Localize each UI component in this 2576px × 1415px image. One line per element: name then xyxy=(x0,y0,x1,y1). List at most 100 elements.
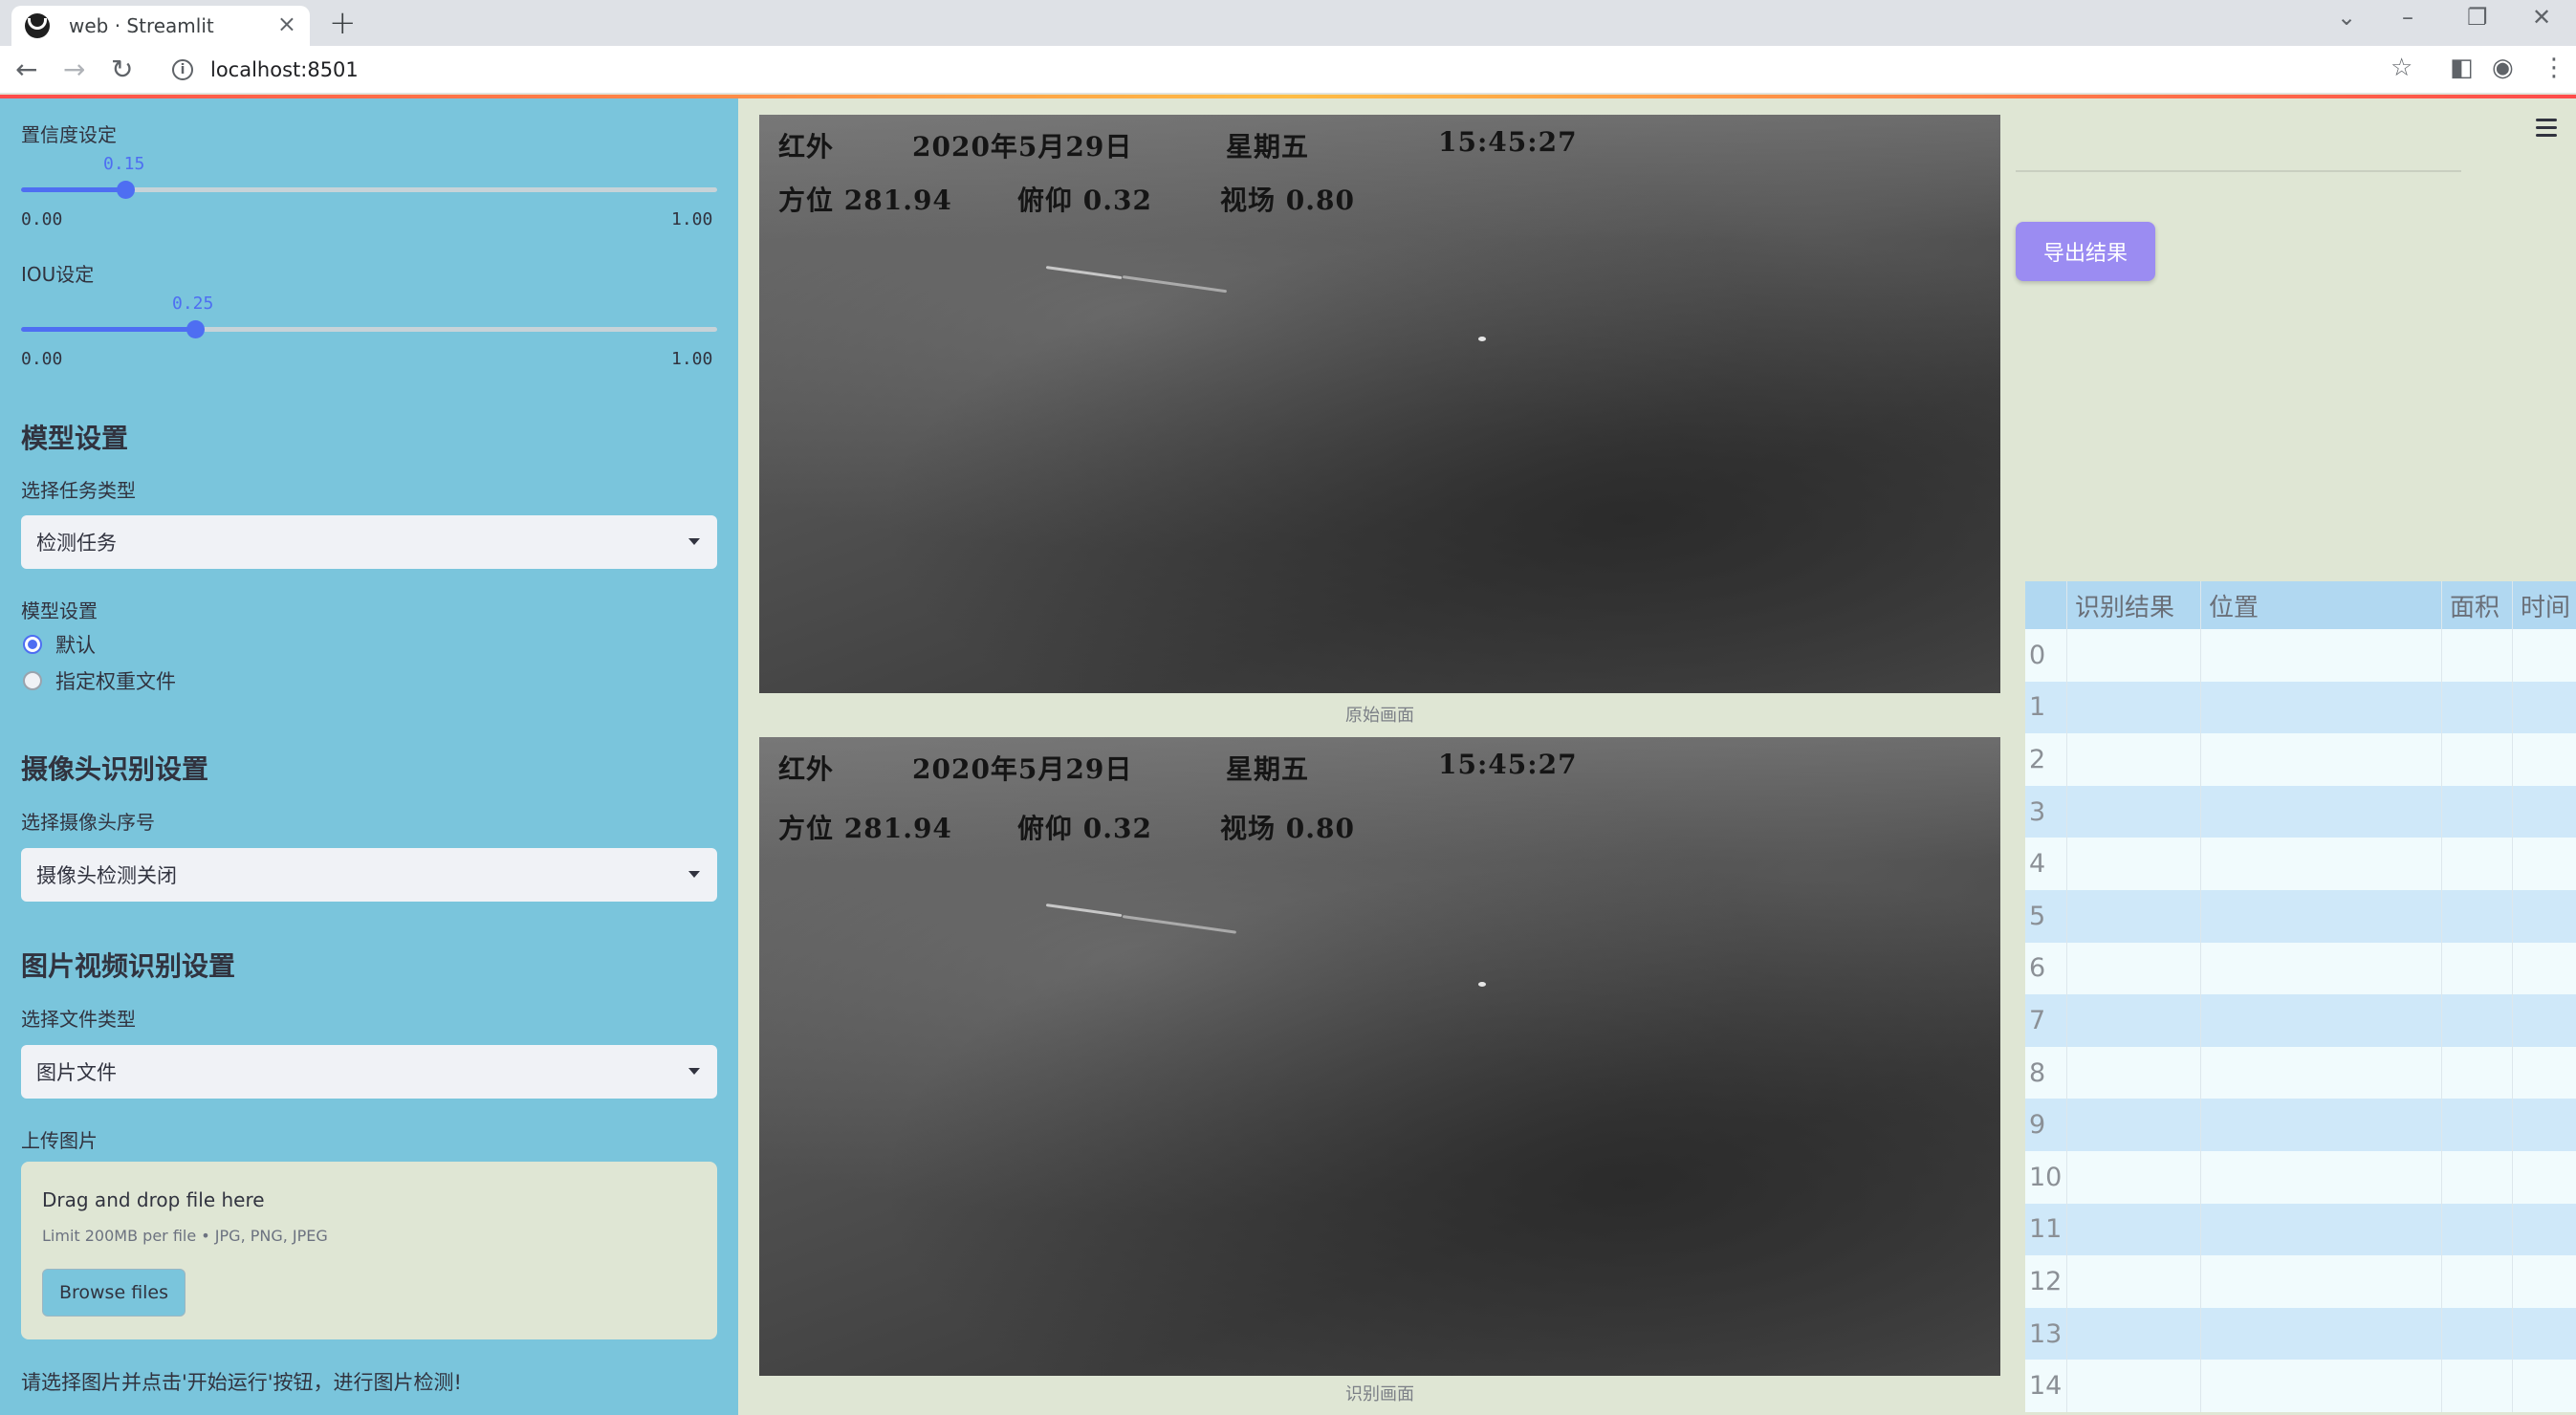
tab-search-icon[interactable]: ⌄ xyxy=(2337,4,2356,31)
radio-default-label: 默认 xyxy=(55,634,96,657)
table-body: 0 1 2 3 4 5 6 7 8 9 10 11 12 13 14 xyxy=(2025,629,2576,1412)
table-row[interactable]: 9 xyxy=(2025,1099,2576,1151)
table-cell-position xyxy=(2201,1203,2442,1256)
camera-select-label: 选择摄像头序号 xyxy=(21,811,155,834)
table-row[interactable]: 1 xyxy=(2025,681,2576,734)
table-cell-position xyxy=(2201,1099,2442,1151)
table-cell-position xyxy=(2201,889,2442,943)
table-cell-area xyxy=(2442,1203,2513,1256)
table-cell-area xyxy=(2442,1046,2513,1099)
back-icon[interactable]: ← xyxy=(15,54,37,85)
table-cell-area xyxy=(2442,1255,2513,1308)
osd-time: 15:45:27 xyxy=(1438,749,1578,780)
table-row[interactable]: 2 xyxy=(2025,733,2576,786)
file-dropzone[interactable]: Drag and drop file here Limit 200MB per … xyxy=(21,1162,717,1339)
browser-toolbar: ← → ↻ i localhost:8501 ☆ ◧ ◉ ⋮ xyxy=(0,46,2576,94)
file-type-select[interactable]: 图片文件 xyxy=(21,1045,717,1099)
osd-azimuth: 方位 281.94 xyxy=(778,185,952,216)
osd-pitch: 俯仰 0.32 xyxy=(1017,813,1152,844)
iou-slider-thumb[interactable] xyxy=(186,320,205,338)
table-cell-area xyxy=(2442,889,2513,943)
table-cell-index: 8 xyxy=(2025,1046,2067,1099)
radio-selected-icon[interactable] xyxy=(23,635,42,654)
dropzone-title: Drag and drop file here xyxy=(42,1188,265,1211)
table-row[interactable]: 13 xyxy=(2025,1307,2576,1361)
table-row[interactable]: 3 xyxy=(2025,785,2576,838)
table-header-area[interactable]: 面积 xyxy=(2442,581,2513,629)
confidence-slider[interactable] xyxy=(21,181,717,199)
table-row[interactable]: 11 xyxy=(2025,1203,2576,1256)
hamburger-menu-icon[interactable] xyxy=(2536,119,2557,142)
bookmark-star-icon[interactable]: ☆ xyxy=(2390,54,2412,82)
export-results-button[interactable]: 导出结果 xyxy=(2016,222,2155,281)
address-bar[interactable]: i localhost:8501 xyxy=(157,52,2356,88)
iou-value: 0.25 xyxy=(172,294,214,314)
table-row[interactable]: 14 xyxy=(2025,1360,2576,1412)
task-type-select[interactable]: 检测任务 xyxy=(21,515,717,569)
table-cell-time xyxy=(2513,838,2576,890)
table-cell-area xyxy=(2442,1307,2513,1361)
new-tab-icon[interactable]: + xyxy=(329,4,357,42)
confidence-slider-thumb[interactable] xyxy=(117,181,136,199)
iou-min: 0.00 xyxy=(21,349,63,369)
browse-files-button[interactable]: Browse files xyxy=(42,1269,186,1317)
close-window-icon[interactable]: ✕ xyxy=(2532,4,2551,31)
chevron-down-icon xyxy=(688,538,700,545)
table-cell-index: 3 xyxy=(2025,785,2067,838)
table-row[interactable]: 6 xyxy=(2025,942,2576,995)
chevron-down-icon xyxy=(688,1068,700,1075)
browser-tab[interactable]: web · Streamlit × xyxy=(11,6,310,46)
table-cell-time xyxy=(2513,1047,2576,1099)
table-row[interactable]: 4 xyxy=(2025,838,2576,890)
minimize-icon[interactable]: – xyxy=(2402,4,2413,31)
table-cell-time xyxy=(2513,629,2576,682)
table-row[interactable]: 7 xyxy=(2025,994,2576,1047)
radio-default-weights[interactable]: 默认 xyxy=(23,630,96,659)
iou-max: 1.00 xyxy=(671,349,713,369)
restore-icon[interactable]: ❐ xyxy=(2467,4,2488,31)
task-type-label: 选择任务类型 xyxy=(21,479,136,502)
table-cell-result xyxy=(2067,1307,2201,1361)
table-row[interactable]: 10 xyxy=(2025,1150,2576,1204)
close-tab-icon[interactable]: × xyxy=(277,11,296,37)
table-cell-time xyxy=(2513,943,2576,995)
table-row[interactable]: 5 xyxy=(2025,889,2576,943)
osd-weekday: 星期五 xyxy=(1226,131,1310,163)
table-cell-area xyxy=(2442,1150,2513,1204)
camera-select[interactable]: 摄像头检测关闭 xyxy=(21,848,717,902)
table-header-position[interactable]: 位置 xyxy=(2201,581,2442,629)
table-cell-time xyxy=(2513,1204,2576,1256)
reload-icon[interactable]: ↻ xyxy=(111,54,133,85)
table-cell-position xyxy=(2201,838,2442,890)
table-cell-result xyxy=(2067,1150,2201,1204)
radio-unselected-icon[interactable] xyxy=(23,671,42,690)
osd-time: 15:45:27 xyxy=(1438,126,1578,158)
confidence-label: 置信度设定 xyxy=(21,123,117,146)
site-info-icon[interactable]: i xyxy=(172,59,193,80)
side-panel-icon[interactable]: ◧ xyxy=(2450,54,2474,82)
table-row[interactable]: 8 xyxy=(2025,1046,2576,1099)
table-cell-result xyxy=(2067,1255,2201,1308)
table-cell-index: 9 xyxy=(2025,1099,2067,1151)
table-cell-time xyxy=(2513,1255,2576,1308)
tab-title: web · Streamlit xyxy=(69,14,214,37)
table-cell-index: 10 xyxy=(2025,1150,2067,1204)
table-row[interactable]: 12 xyxy=(2025,1255,2576,1308)
confidence-max: 1.00 xyxy=(671,209,713,229)
browser-menu-icon[interactable]: ⋮ xyxy=(2542,54,2566,82)
iou-slider[interactable] xyxy=(21,320,717,338)
table-header-result[interactable]: 识别结果 xyxy=(2067,581,2201,629)
radio-custom-weights[interactable]: 指定权重文件 xyxy=(23,666,176,695)
forward-icon[interactable]: → xyxy=(63,54,85,85)
table-cell-index: 7 xyxy=(2025,994,2067,1047)
result-caption: 识别画面 xyxy=(1345,1384,1414,1404)
table-header-time[interactable]: 时间 xyxy=(2513,581,2576,629)
table-cell-index: 1 xyxy=(2025,681,2067,734)
camera-select-value: 摄像头检测关闭 xyxy=(36,864,177,887)
table-cell-area xyxy=(2442,681,2513,734)
table-row[interactable]: 0 xyxy=(2025,629,2576,682)
table-cell-index: 2 xyxy=(2025,733,2067,786)
profile-avatar-icon[interactable]: ◉ xyxy=(2492,54,2514,82)
table-cell-result xyxy=(2067,942,2201,995)
table-cell-position xyxy=(2201,681,2442,734)
